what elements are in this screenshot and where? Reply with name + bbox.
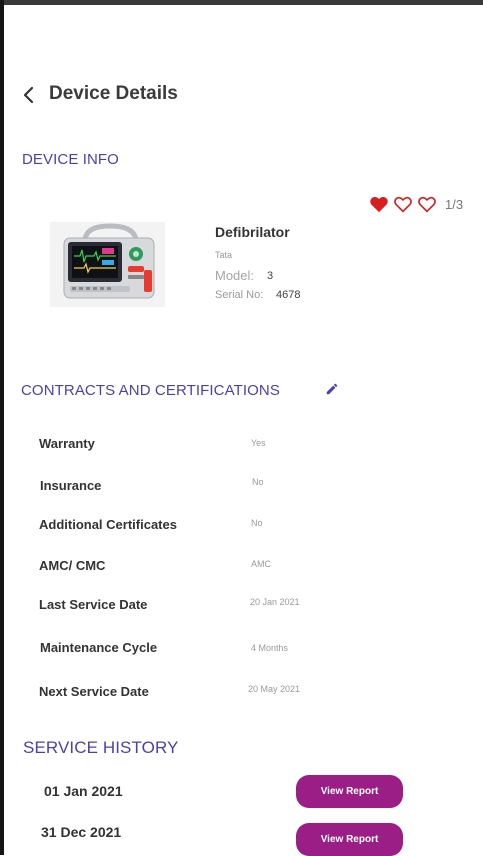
insurance-label: Insurance bbox=[40, 478, 102, 493]
insurance-value: No bbox=[252, 477, 264, 487]
view-report-button[interactable]: View Report bbox=[296, 823, 403, 856]
pencil-icon bbox=[326, 383, 338, 395]
window-top-edge bbox=[0, 0, 483, 5]
last-service-date-value: 20 Jan 2021 bbox=[250, 597, 300, 607]
last-service-date-label: Last Service Date bbox=[39, 597, 148, 612]
view-report-button[interactable]: View Report bbox=[296, 775, 403, 808]
device-info-heading: DEVICE INFO bbox=[22, 151, 119, 168]
device-name: Defibrilator bbox=[215, 224, 290, 240]
image-page-counter: 1/3 bbox=[445, 196, 464, 212]
back-button[interactable] bbox=[17, 84, 39, 106]
maintenance-cycle-value: 4 Months bbox=[251, 643, 289, 653]
model-label: Model: bbox=[215, 268, 255, 283]
serial-label: Serial No: bbox=[215, 289, 264, 301]
device-image bbox=[50, 222, 165, 307]
service-history-date: 01 Jan 2021 bbox=[44, 783, 123, 799]
serial-value: 4678 bbox=[276, 289, 301, 301]
service-history-heading: SERVICE HISTORY bbox=[23, 738, 179, 757]
next-service-date-value: 20 May 2021 bbox=[248, 684, 301, 694]
edit-contracts-button[interactable] bbox=[323, 380, 341, 398]
amc-cmc-label: AMC/ CMC bbox=[39, 558, 106, 573]
page-title: Device Details bbox=[49, 83, 178, 104]
next-service-date-label: Next Service Date bbox=[39, 684, 149, 699]
window-left-edge bbox=[0, 0, 4, 855]
heart-outline-icon[interactable] bbox=[392, 194, 414, 214]
amc-cmc-value: AMC bbox=[251, 559, 271, 569]
heart-outline-icon[interactable] bbox=[416, 194, 438, 214]
heart-filled-icon[interactable] bbox=[368, 194, 390, 214]
additional-certificates-label: Additional Certificates bbox=[39, 517, 177, 532]
device-brand: Tata bbox=[215, 250, 233, 260]
model-value: 3 bbox=[267, 270, 274, 282]
additional-certificates-value: No bbox=[251, 518, 263, 528]
maintenance-cycle-label: Maintenance Cycle bbox=[40, 640, 158, 655]
warranty-value: Yes bbox=[251, 438, 266, 448]
service-history-date: 31 Dec 2021 bbox=[41, 824, 122, 840]
contracts-heading: CONTRACTS AND CERTIFICATIONS bbox=[21, 382, 280, 399]
rating-hearts: 1/3 bbox=[368, 194, 463, 214]
warranty-label: Warranty bbox=[39, 436, 95, 451]
chevron-left-icon bbox=[23, 86, 34, 104]
